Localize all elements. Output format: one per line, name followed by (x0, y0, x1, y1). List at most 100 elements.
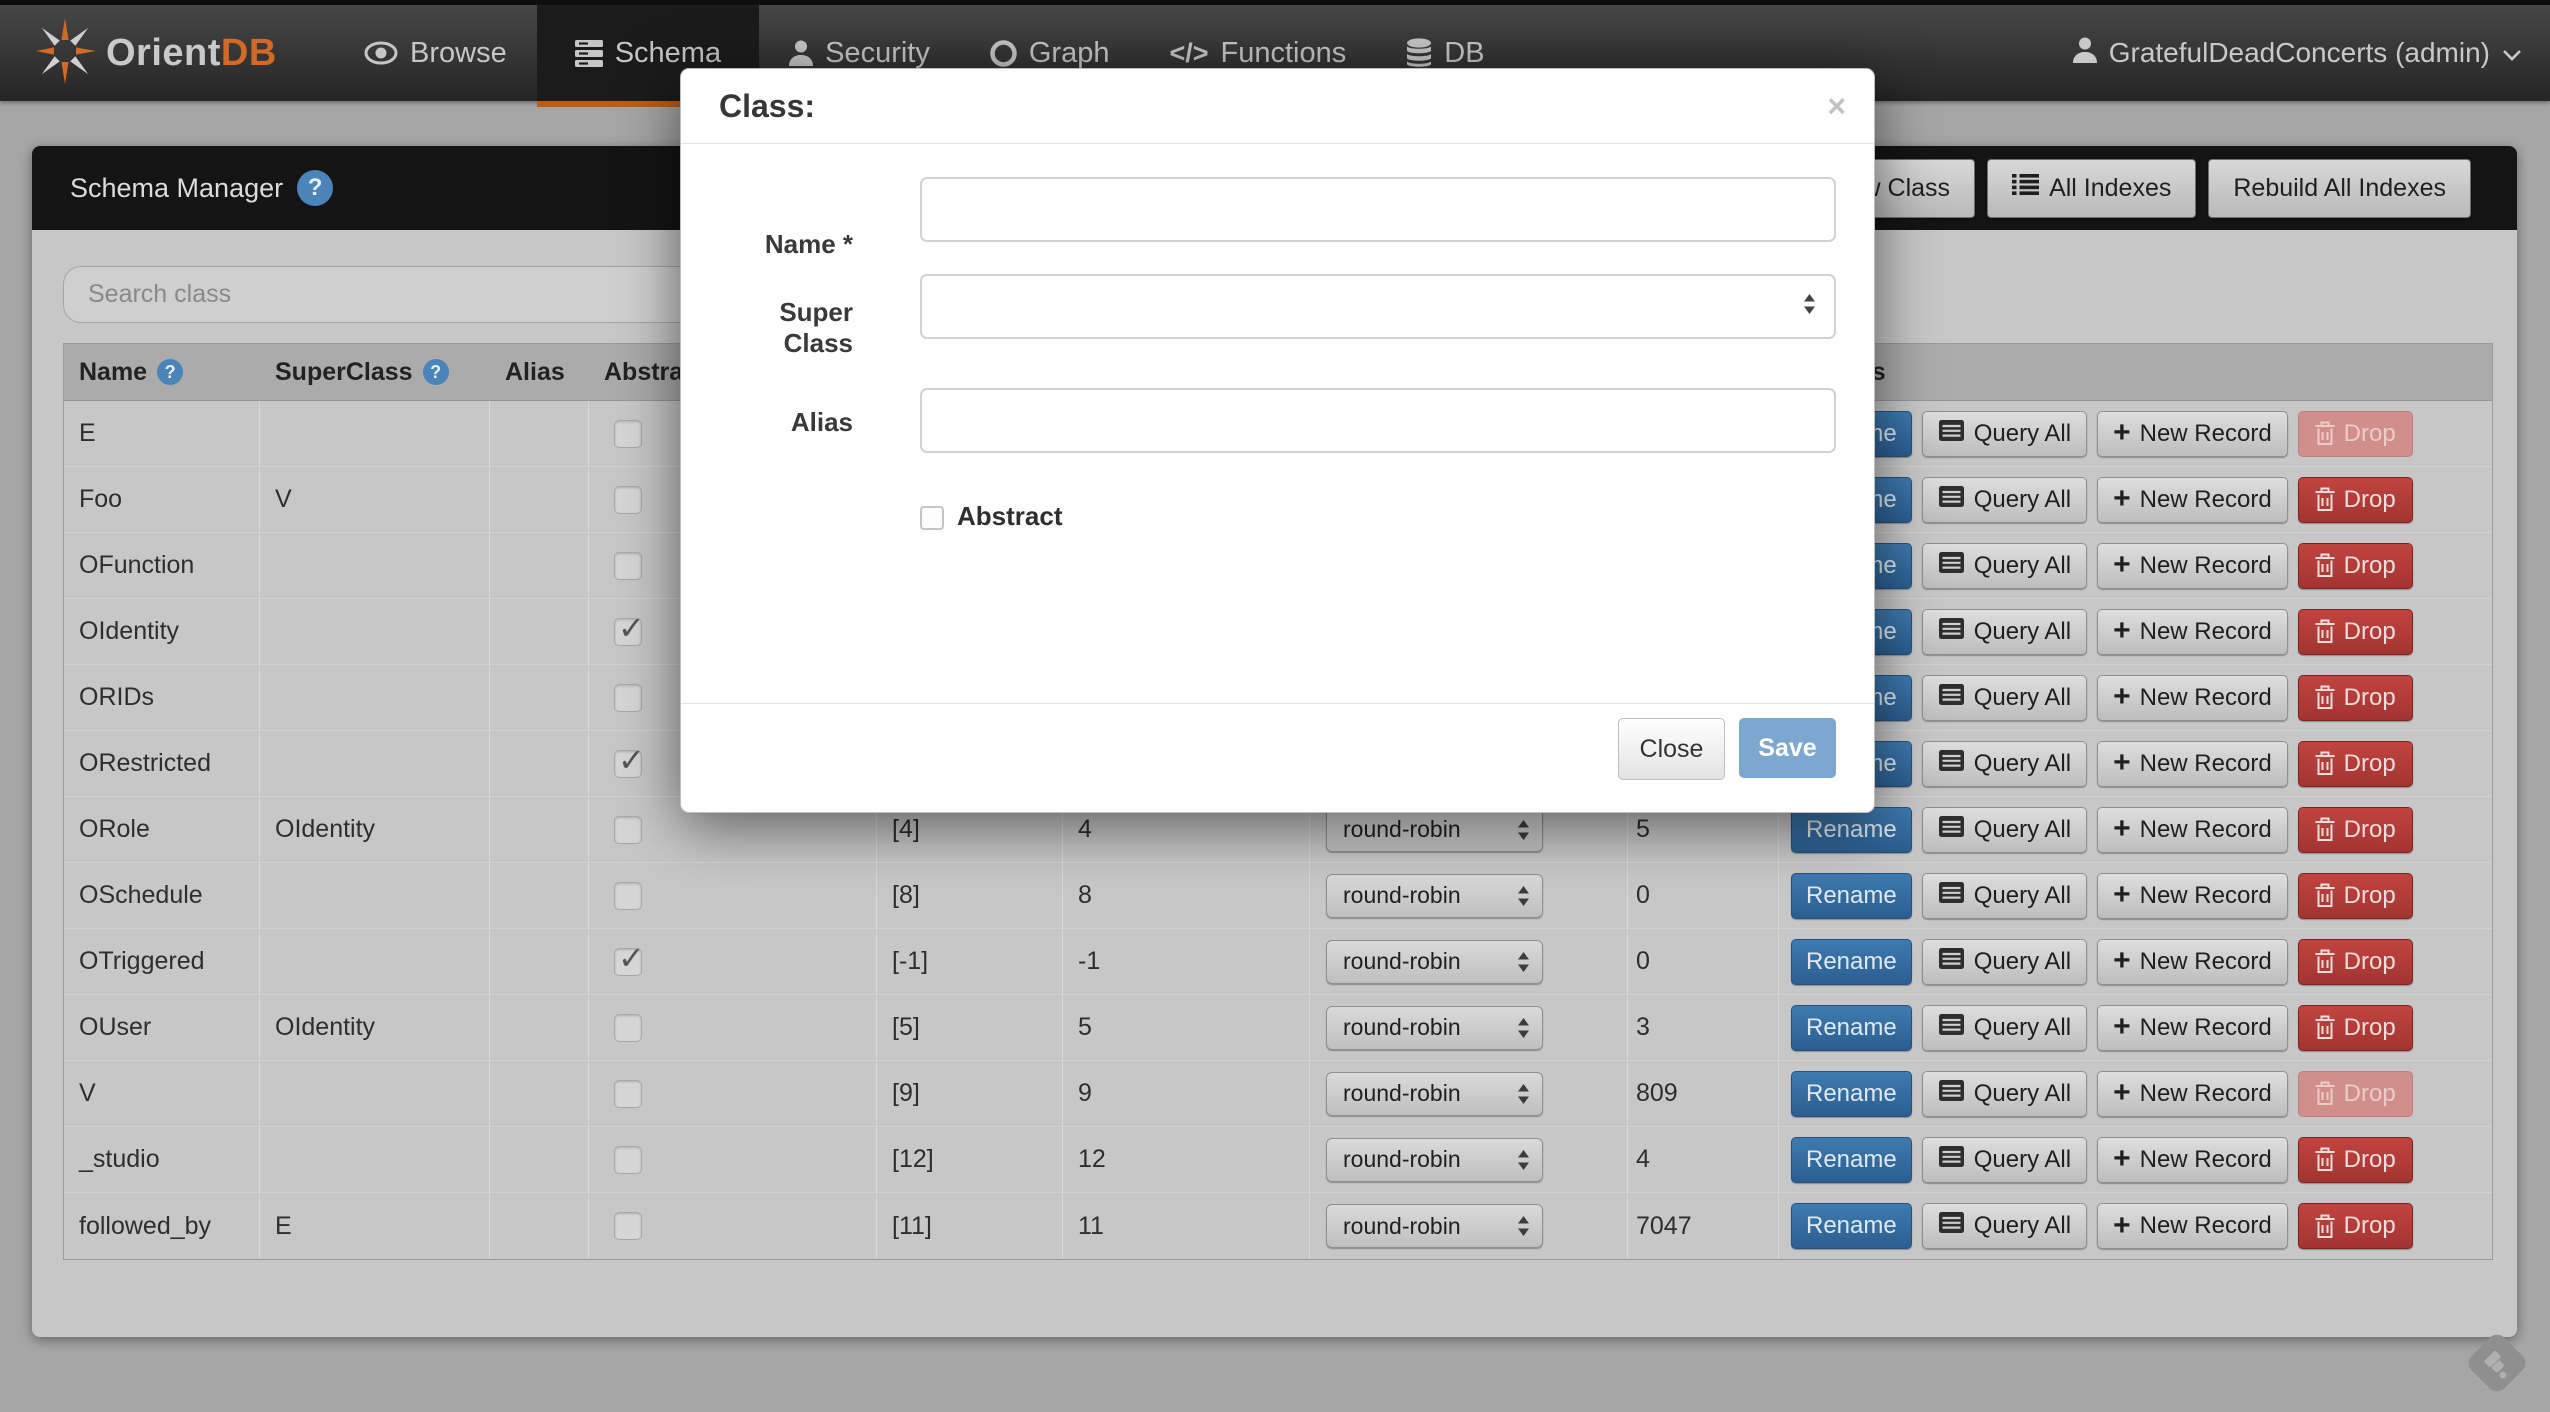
query-all-button[interactable]: Query All (1922, 741, 2087, 787)
new-record-button[interactable]: +New Record (2097, 873, 2288, 919)
trash-icon (2315, 751, 2335, 776)
studio-footer-logo-icon (2458, 1324, 2536, 1407)
drop-button[interactable]: Drop (2298, 741, 2413, 787)
tab-browse[interactable]: Browse (334, 5, 537, 101)
query-all-button[interactable]: Query All (1922, 1203, 2087, 1249)
drop-button[interactable]: Drop (2298, 543, 2413, 589)
help-icon[interactable]: ? (297, 170, 333, 206)
new-record-button[interactable]: +New Record (2097, 939, 2288, 985)
new-record-button[interactable]: +New Record (2097, 675, 2288, 721)
abstract-checkbox[interactable] (614, 486, 642, 514)
rename-button[interactable]: Rename (1791, 1203, 1912, 1249)
abstract-checkbox[interactable]: ✓ (614, 618, 642, 646)
abstract-checkbox[interactable] (614, 420, 642, 448)
rename-button[interactable]: Rename (1791, 1005, 1912, 1051)
abstract-checkbox-label: Abstract (957, 501, 1062, 532)
new-record-button[interactable]: +New Record (2097, 741, 2288, 787)
new-record-button[interactable]: +New Record (2097, 477, 2288, 523)
cluster-selection-select[interactable]: round-robin (1326, 1204, 1543, 1248)
query-all-label: Query All (1974, 750, 2071, 778)
close-button[interactable]: Close (1618, 718, 1725, 780)
class-name-cell: Foo (64, 467, 260, 532)
tab-label: DB (1444, 37, 1484, 70)
rename-button[interactable]: Rename (1791, 873, 1912, 919)
class-name-cell: OTriggered (64, 929, 260, 994)
rename-button[interactable]: Rename (1791, 1071, 1912, 1117)
query-all-button[interactable]: Query All (1922, 477, 2087, 523)
superclass-select[interactable] (920, 274, 1836, 339)
records-count: 3 (1636, 1013, 1650, 1042)
class-name-field[interactable] (920, 177, 1836, 242)
query-all-button[interactable]: Query All (1922, 807, 2087, 853)
query-all-button[interactable]: Query All (1922, 939, 2087, 985)
drop-button[interactable]: Drop (2298, 1071, 2413, 1117)
cluster-selection-select[interactable]: round-robin (1326, 1006, 1543, 1050)
new-record-button[interactable]: +New Record (2097, 1203, 2288, 1249)
drop-button[interactable]: Drop (2298, 675, 2413, 721)
abstract-cell (589, 995, 877, 1060)
new-record-button[interactable]: +New Record (2097, 411, 2288, 457)
new-record-button[interactable]: +New Record (2097, 543, 2288, 589)
help-icon[interactable]: ? (423, 359, 449, 385)
close-icon[interactable]: × (1827, 90, 1846, 122)
actions-cell: RenameQuery All+New RecordDrop (1779, 929, 2492, 994)
abstract-checkbox[interactable]: ✓ (614, 750, 642, 778)
drop-button[interactable]: Drop (2298, 477, 2413, 523)
save-button[interactable]: Save (1739, 718, 1836, 778)
rename-button[interactable]: Rename (1791, 939, 1912, 985)
abstract-checkbox[interactable] (614, 816, 642, 844)
help-icon[interactable]: ? (157, 359, 183, 385)
new-record-button[interactable]: +New Record (2097, 609, 2288, 655)
abstract-checkbox[interactable] (920, 506, 944, 530)
abstract-checkbox[interactable] (614, 684, 642, 712)
new-record-button[interactable]: +New Record (2097, 1071, 2288, 1117)
query-all-button[interactable]: Query All (1922, 543, 2087, 589)
abstract-checkbox[interactable] (614, 1014, 642, 1042)
new-record-button[interactable]: +New Record (2097, 1005, 2288, 1051)
drop-button[interactable]: Drop (2298, 939, 2413, 985)
drop-label: Drop (2344, 882, 2396, 910)
new-record-button[interactable]: +New Record (2097, 807, 2288, 853)
class-alias-field[interactable] (920, 388, 1836, 453)
abstract-checkbox[interactable] (614, 1080, 642, 1108)
records-count: 0 (1636, 947, 1650, 976)
abstract-checkbox[interactable] (614, 1212, 642, 1240)
query-all-button[interactable]: Query All (1922, 1005, 2087, 1051)
user-menu[interactable]: GratefulDeadConcerts (admin) (2073, 5, 2550, 101)
cluster-selection-select[interactable]: round-robin (1326, 1072, 1543, 1116)
drop-button[interactable]: Drop (2298, 1203, 2413, 1249)
query-all-button[interactable]: Query All (1922, 411, 2087, 457)
drop-button[interactable]: Drop (2298, 609, 2413, 655)
plus-icon: + (2113, 1144, 2131, 1175)
column-header-alias: Alias (490, 344, 589, 400)
all-indexes-button[interactable]: All Indexes (1987, 159, 2196, 218)
query-all-button[interactable]: Query All (1922, 873, 2087, 919)
abstract-checkbox[interactable] (614, 552, 642, 580)
cluster-selection-select[interactable]: round-robin (1326, 940, 1543, 984)
drop-button[interactable]: Drop (2298, 873, 2413, 919)
plus-icon: + (2113, 616, 2131, 647)
drop-button[interactable]: Drop (2298, 1005, 2413, 1051)
drop-button[interactable]: Drop (2298, 1137, 2413, 1183)
rebuild-all-indexes-button[interactable]: Rebuild All Indexes (2208, 159, 2471, 218)
orientdb-logo[interactable]: OrientDB (0, 5, 334, 101)
drop-button[interactable]: Drop (2298, 807, 2413, 853)
abstract-checkbox[interactable] (614, 882, 642, 910)
cluster-selection-select[interactable]: round-robin (1326, 1138, 1543, 1182)
new-record-button[interactable]: +New Record (2097, 1137, 2288, 1183)
query-all-button[interactable]: Query All (1922, 1137, 2087, 1183)
drop-button[interactable]: Drop (2298, 411, 2413, 457)
rename-button[interactable]: Rename (1791, 1137, 1912, 1183)
cluster-selection-value: round-robin (1343, 1080, 1461, 1107)
list-icon (1938, 1145, 1965, 1175)
abstract-checkbox[interactable] (614, 1146, 642, 1174)
query-all-button[interactable]: Query All (1922, 609, 2087, 655)
cluster-selection-select[interactable]: round-robin (1326, 874, 1543, 918)
abstract-checkbox[interactable]: ✓ (614, 948, 642, 976)
query-all-button[interactable]: Query All (1922, 1071, 2087, 1117)
superclass-cell: OIdentity (260, 797, 490, 862)
alias-cell (490, 467, 589, 532)
trash-icon (2315, 817, 2335, 842)
query-all-button[interactable]: Query All (1922, 675, 2087, 721)
query-all-label: Query All (1974, 1146, 2071, 1174)
